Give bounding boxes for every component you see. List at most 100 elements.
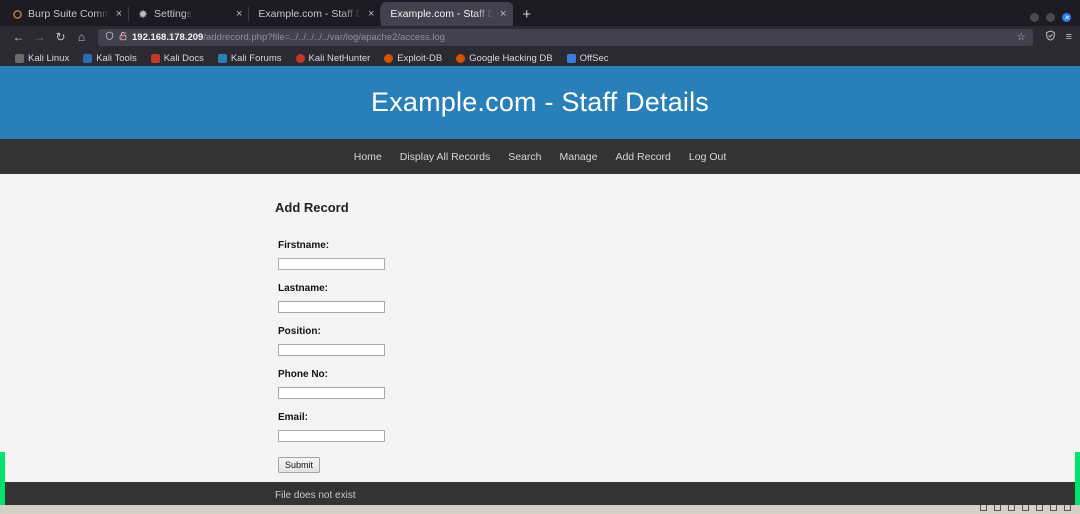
close-icon[interactable]: × bbox=[500, 8, 506, 20]
tray-icon-3[interactable] bbox=[1008, 505, 1015, 511]
new-tab-button[interactable]: + bbox=[513, 2, 540, 26]
field-email: Email: bbox=[278, 412, 1080, 444]
taskbar-tray-icons[interactable] bbox=[980, 505, 1080, 511]
position-label: Position: bbox=[278, 326, 321, 337]
bookmark-kali-tools[interactable]: Kali Tools bbox=[76, 53, 144, 64]
bookmark-label: Kali NetHunter bbox=[308, 52, 371, 64]
bookmark-star-icon[interactable]: ☆ bbox=[1017, 32, 1026, 43]
bookmark-google-hacking-db[interactable]: Google Hacking DB bbox=[449, 53, 559, 64]
nav-item-log-out[interactable]: Log Out bbox=[680, 151, 735, 163]
kali-forums-icon bbox=[217, 53, 227, 63]
bookmark-label: Kali Tools bbox=[96, 52, 137, 64]
close-icon[interactable]: × bbox=[116, 8, 122, 20]
tray-icon-5[interactable] bbox=[1036, 505, 1043, 511]
close-icon[interactable]: × bbox=[236, 8, 242, 20]
tray-icon-2[interactable] bbox=[994, 505, 1001, 511]
page-viewport: Example.com - Staff Details Home Display… bbox=[0, 66, 1080, 514]
url-display: 192.168.178.209/addrecord.php?file=../..… bbox=[132, 32, 445, 43]
browser-tab-burp[interactable]: Burp Suite Community Editio × bbox=[4, 2, 129, 26]
field-firstname: Firstname: bbox=[278, 240, 1080, 272]
bookmark-label: Kali Linux bbox=[28, 52, 70, 64]
kali-linux-icon bbox=[15, 53, 24, 63]
field-lastname: Lastname: bbox=[278, 283, 1080, 315]
window-controls: ✕ bbox=[1030, 13, 1080, 26]
offsec-icon bbox=[566, 53, 576, 63]
bookmark-label: Exploit-DB bbox=[397, 52, 443, 64]
toolbar-right: ≡ bbox=[1039, 30, 1072, 44]
bookmarks-bar: Kali Linux Kali Tools Kali Docs Kali For… bbox=[0, 48, 1080, 68]
kali-docs-icon bbox=[150, 53, 160, 63]
tray-icon-1[interactable] bbox=[980, 505, 987, 511]
tray-icon-7[interactable] bbox=[1064, 505, 1071, 511]
lock-warning-icon[interactable] bbox=[119, 31, 127, 44]
email-label: Email: bbox=[278, 412, 309, 423]
url-path: /addrecord.php?file=../../../../../var/l… bbox=[203, 31, 445, 43]
tab-strip: Burp Suite Community Editio × Settings ×… bbox=[0, 0, 1080, 26]
back-icon[interactable]: ← bbox=[8, 28, 29, 46]
forward-icon[interactable]: → bbox=[29, 28, 50, 46]
burp-icon bbox=[13, 9, 22, 19]
bookmark-label: Kali Docs bbox=[163, 52, 204, 64]
nav-item-manage[interactable]: Manage bbox=[550, 151, 606, 163]
footer-status-text: File does not exist bbox=[275, 490, 356, 501]
lastname-label: Lastname: bbox=[278, 283, 329, 294]
address-bar[interactable]: 192.168.178.209/addrecord.php?file=../..… bbox=[98, 28, 1033, 46]
bookmark-label: OffSec bbox=[579, 52, 609, 64]
email-input[interactable] bbox=[278, 430, 385, 442]
bookmark-exploit-db[interactable]: Exploit-DB bbox=[377, 53, 449, 64]
add-record-form: Firstname: Lastname: Position: Phone No: bbox=[275, 240, 1080, 507]
site-navigation: Home Display All Records Search Manage A… bbox=[0, 139, 1080, 174]
tab-title: Burp Suite Community Editio bbox=[28, 8, 110, 20]
bookmark-label: Kali Forums bbox=[230, 52, 282, 64]
browser-tab-staff-details-2[interactable]: Example.com - Staff Details - × bbox=[381, 2, 514, 26]
bookmark-label: Google Hacking DB bbox=[469, 52, 553, 64]
bookmark-kali-docs[interactable]: Kali Docs bbox=[144, 53, 211, 64]
bookmark-kali-nethunter[interactable]: Kali NetHunter bbox=[289, 53, 378, 64]
shield-icon[interactable] bbox=[105, 31, 114, 44]
page-heading: Example.com - Staff Details bbox=[370, 87, 710, 117]
tray-icon-6[interactable] bbox=[1050, 505, 1057, 511]
tab-title: Settings bbox=[154, 8, 192, 20]
navigation-toolbar: ← → ↻ ⌂ 192.168.178.209/addrecord.php?fi… bbox=[0, 26, 1080, 48]
close-icon[interactable]: × bbox=[368, 8, 374, 20]
home-icon[interactable]: ⌂ bbox=[71, 28, 92, 46]
google-hacking-db-icon bbox=[456, 53, 466, 63]
nav-item-display-all-records[interactable]: Display All Records bbox=[391, 151, 499, 163]
browser-tab-settings[interactable]: Settings × bbox=[129, 2, 250, 26]
exploit-db-icon bbox=[384, 53, 394, 63]
tab-title: Example.com - Staff Details - bbox=[258, 8, 362, 20]
page-content: Add Record Firstname: Lastname: Position… bbox=[0, 174, 1080, 507]
field-phone-no: Phone No: bbox=[278, 369, 1080, 401]
url-host: 192.168.178.209 bbox=[132, 31, 204, 43]
kali-nethunter-icon bbox=[295, 53, 305, 63]
os-taskbar[interactable] bbox=[0, 505, 1080, 514]
tab-title: Example.com - Staff Details - bbox=[390, 8, 494, 20]
gear-icon bbox=[138, 9, 148, 19]
browser-window: Burp Suite Community Editio × Settings ×… bbox=[0, 0, 1080, 514]
close-window-button[interactable]: ✕ bbox=[1062, 13, 1071, 22]
site-header: Example.com - Staff Details bbox=[0, 66, 1080, 139]
phone-no-input[interactable] bbox=[278, 387, 385, 399]
nav-item-home[interactable]: Home bbox=[345, 151, 391, 163]
phone-no-label: Phone No: bbox=[278, 369, 328, 380]
kali-tools-icon bbox=[83, 53, 93, 63]
tracking-protection-icon[interactable] bbox=[1045, 30, 1056, 44]
tray-icon-4[interactable] bbox=[1022, 505, 1029, 511]
nav-item-add-record[interactable]: Add Record bbox=[606, 151, 679, 163]
firstname-input[interactable] bbox=[278, 258, 385, 270]
page-title: Add Record bbox=[275, 200, 349, 215]
bookmark-offsec[interactable]: OffSec bbox=[560, 53, 616, 64]
nav-item-search[interactable]: Search bbox=[499, 151, 550, 163]
minimize-button[interactable] bbox=[1030, 13, 1039, 22]
browser-tab-staff-details-1[interactable]: Example.com - Staff Details - × bbox=[249, 2, 382, 26]
reload-icon[interactable]: ↻ bbox=[50, 28, 71, 46]
bookmark-kali-linux[interactable]: Kali Linux bbox=[8, 53, 76, 64]
submit-button[interactable]: Submit bbox=[278, 457, 321, 473]
bookmark-kali-forums[interactable]: Kali Forums bbox=[211, 53, 289, 64]
lastname-input[interactable] bbox=[278, 301, 385, 313]
maximize-button[interactable] bbox=[1046, 13, 1055, 22]
firstname-label: Firstname: bbox=[278, 240, 330, 251]
position-input[interactable] bbox=[278, 344, 385, 356]
app-menu-icon[interactable]: ≡ bbox=[1066, 31, 1072, 43]
field-position: Position: bbox=[278, 326, 1080, 358]
